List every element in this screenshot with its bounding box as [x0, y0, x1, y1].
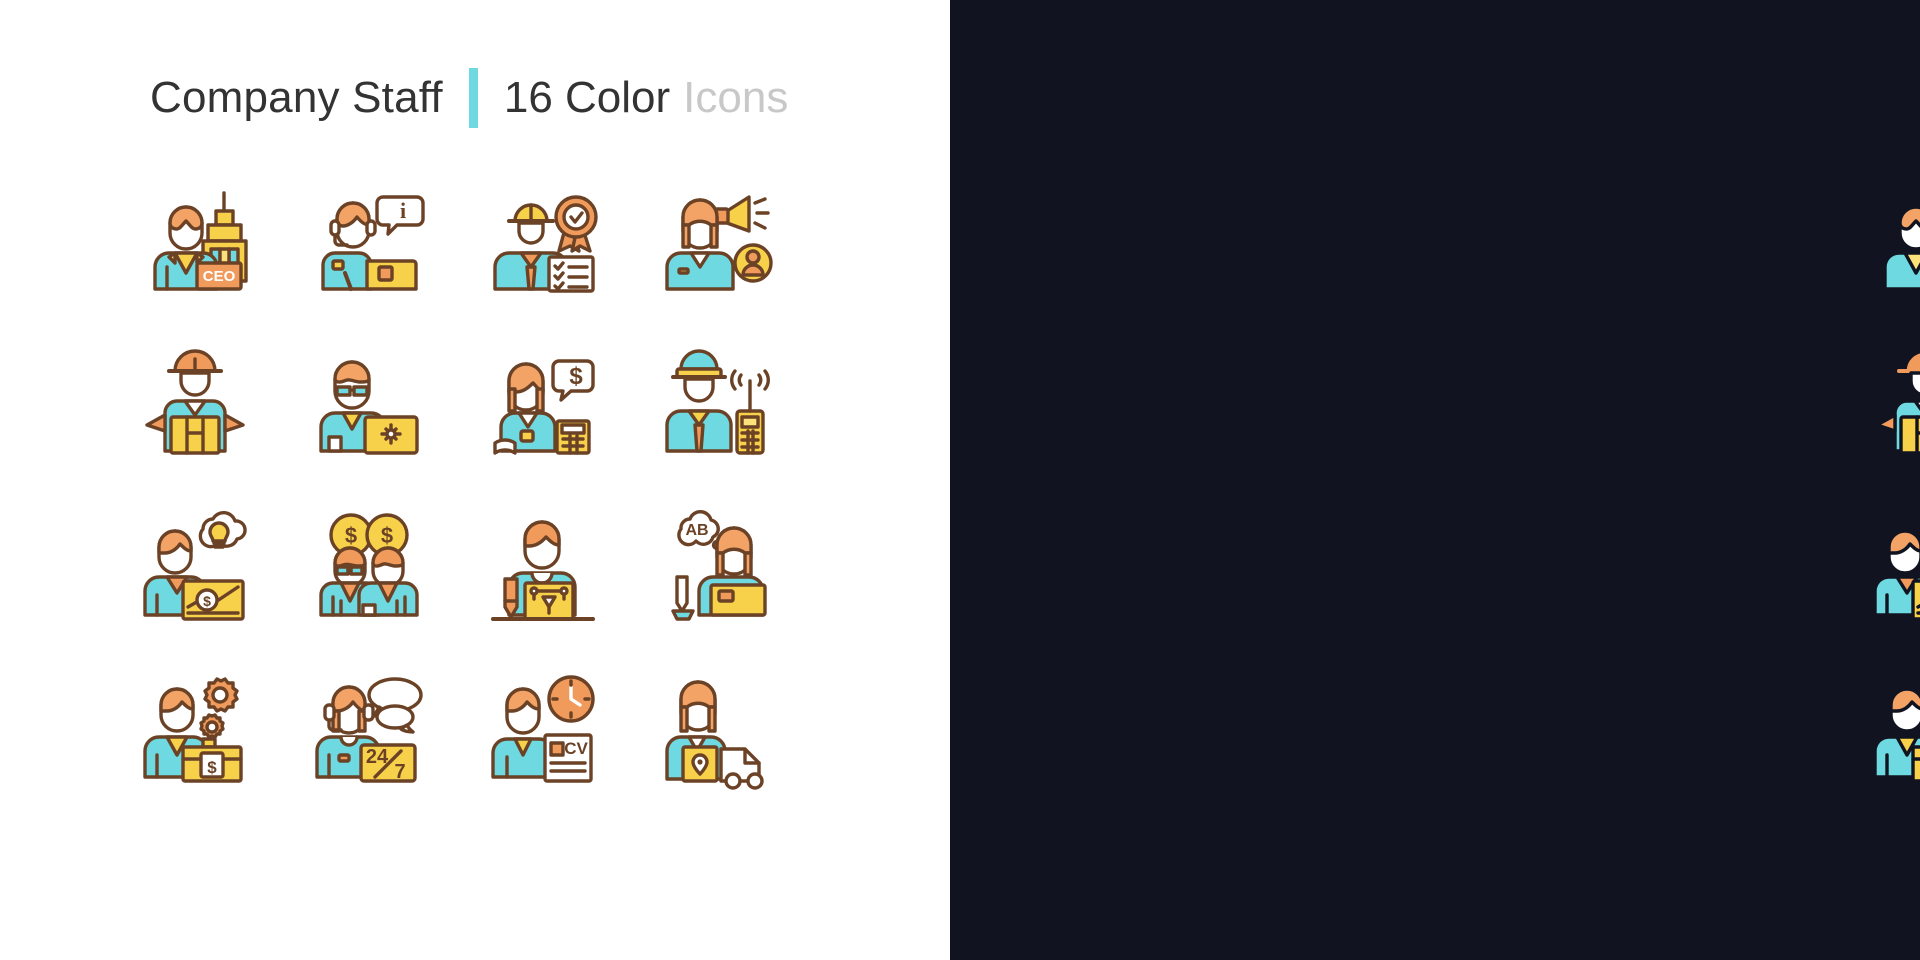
- icon-business-analyst-light[interactable]: $: [122, 492, 268, 638]
- icon-courier-light[interactable]: [122, 330, 268, 476]
- coin-dollar-right: $: [381, 523, 393, 548]
- title-divider: [468, 68, 478, 128]
- icon-designer-light[interactable]: [470, 492, 616, 638]
- icon-delivery-driver-light[interactable]: [644, 654, 790, 800]
- icon-call-center-operator-light[interactable]: 24 7: [296, 654, 442, 800]
- icon-operations-manager-light[interactable]: $: [122, 654, 268, 800]
- badge-7-label: 7: [394, 761, 405, 783]
- icon-grid-dark: CEO i: [1852, 168, 1920, 800]
- translator-ab-label: AB: [685, 522, 708, 539]
- icon-grid-light: CEO i $ $ $ $ AB $ 24 7 CV: [122, 168, 790, 800]
- badge-24-label: 24: [366, 746, 389, 768]
- icon-it-specialist-light[interactable]: [296, 330, 442, 476]
- icon-sales-team-light[interactable]: $ $: [296, 492, 442, 638]
- icon-recruiter-light[interactable]: CV: [470, 654, 616, 800]
- title-suffix-text: Icons: [683, 73, 789, 122]
- icon-security-guard-light[interactable]: [644, 330, 790, 476]
- info-bubble-label: i: [400, 198, 406, 223]
- icon-support-agent-light[interactable]: i: [296, 168, 442, 314]
- icon-quality-engineer-light[interactable]: [470, 168, 616, 314]
- icon-chief-executive-officer-light[interactable]: CEO: [122, 168, 268, 314]
- dollar-bubble-label: $: [569, 363, 583, 390]
- icon-translator-light[interactable]: AB: [644, 492, 790, 638]
- icon-marketing-manager-light[interactable]: [644, 168, 790, 314]
- title-main-text: Company Staff: [150, 73, 443, 122]
- briefcase-dollar-label: $: [207, 758, 217, 777]
- icon-operations-manager-dark[interactable]: $: [1852, 654, 1920, 800]
- icon-business-analyst-dark[interactable]: $: [1852, 492, 1920, 638]
- icon-accountant-light[interactable]: $: [470, 330, 616, 476]
- icon-chief-executive-officer-dark[interactable]: CEO: [1852, 168, 1920, 314]
- analyst-dollar-label: $: [203, 593, 211, 609]
- icon-courier-dark[interactable]: [1852, 330, 1920, 476]
- cv-document-label: CV: [564, 739, 588, 758]
- title-count-text: 16 Color: [503, 73, 671, 122]
- coin-dollar-left: $: [345, 523, 357, 548]
- light-theme-panel: Company Staff 16 Color Icons CEO i $ $ $…: [0, 0, 950, 960]
- ceo-badge-label: CEO: [203, 268, 236, 285]
- page-title: Company Staff 16 Color Icons: [150, 62, 788, 134]
- dark-theme-panel: CEO i: [950, 0, 1920, 960]
